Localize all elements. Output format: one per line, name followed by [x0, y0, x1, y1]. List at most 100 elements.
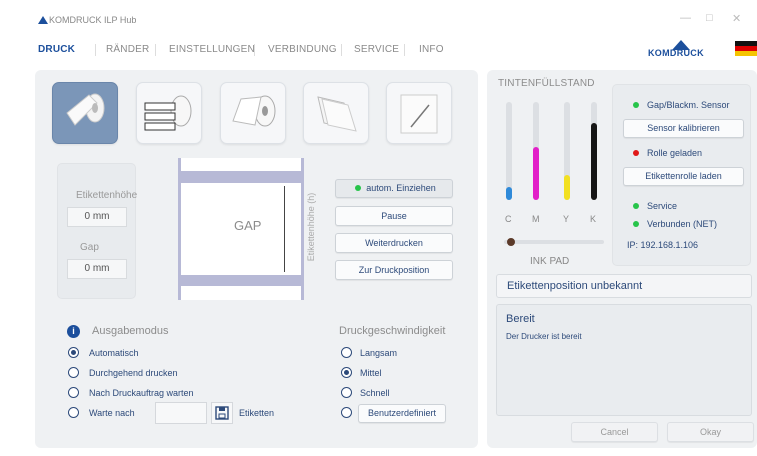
tab-service[interactable]: SERVICE: [354, 44, 399, 55]
label-height-field[interactable]: 0 mm: [67, 207, 127, 227]
output-mode-wait-job-radio[interactable]: [68, 387, 79, 398]
brand-logo: KOMDRUCK: [648, 40, 716, 60]
height-arrow: [284, 186, 285, 272]
printer-state-message: Der Drucker ist bereit: [506, 332, 582, 341]
speed-medium-radio[interactable]: [341, 367, 352, 378]
status-panel: TINTENFÜLLSTAND C M Y K INK PAD Gap/Blac…: [487, 70, 757, 448]
close-button[interactable]: ✕: [732, 12, 741, 25]
auto-feed-label: autom. Einziehen: [366, 183, 436, 193]
preview-label-bottom: [181, 286, 301, 300]
ip-address: IP: 192.168.1.106: [627, 240, 699, 250]
label-type-sheets-button[interactable]: [303, 82, 369, 144]
label-position-text: Etikettenposition unbekannt: [507, 280, 643, 292]
fanfold-label-icon: [144, 95, 192, 131]
gap-sensor-status-dot: [633, 102, 639, 108]
ink-fill-yellow: [564, 175, 570, 200]
auto-feed-toggle[interactable]: autom. Einziehen: [335, 179, 453, 198]
tab-divider: [254, 44, 255, 56]
roll-loaded-status-dot: [633, 150, 639, 156]
okay-button[interactable]: Okay: [667, 422, 754, 442]
tab-divider: [404, 44, 405, 56]
ink-bar-yellow: [564, 102, 570, 200]
output-mode-continuous-radio[interactable]: [68, 367, 79, 378]
output-mode-automatic-radio[interactable]: [68, 347, 79, 358]
label-preview: GAP: [178, 158, 304, 300]
tab-info[interactable]: INFO: [419, 44, 444, 55]
roll-label-icon: [66, 93, 105, 126]
save-icon[interactable]: [211, 402, 233, 424]
minimize-button[interactable]: —: [680, 12, 691, 24]
load-label-roll-button[interactable]: Etikettenrolle laden: [623, 167, 744, 186]
ink-label-magenta: M: [532, 214, 540, 224]
wait-after-suffix: Etiketten: [239, 408, 275, 418]
tab-divider: [341, 44, 342, 56]
speed-slow-radio[interactable]: [341, 347, 352, 358]
tab-einstellungen[interactable]: EINSTELLUNGEN: [169, 44, 255, 55]
label-height-label: Etikettenhöhe: [76, 190, 138, 201]
continuous-roll-icon: [232, 95, 276, 127]
label-type-fanfold-button[interactable]: [136, 82, 202, 144]
tab-divider: [95, 44, 96, 56]
printer-state-box: Bereit Der Drucker ist bereit: [496, 304, 752, 416]
output-mode-wait-job-label[interactable]: Nach Druckauftrag warten: [89, 388, 194, 398]
output-mode-wait-after-label[interactable]: Warte nach: [89, 408, 135, 418]
german-flag-icon[interactable]: [735, 41, 757, 56]
connection-label: Verbunden (NET): [647, 219, 718, 229]
output-mode-continuous-label[interactable]: Durchgehend drucken: [89, 368, 178, 378]
resume-printing-button[interactable]: Weiterdrucken: [335, 233, 453, 253]
ink-pad-bar: [504, 238, 604, 246]
connection-status-dot: [633, 221, 639, 227]
output-mode-wait-after-radio[interactable]: [68, 407, 79, 418]
wait-after-count-input[interactable]: [155, 402, 207, 424]
maximize-button[interactable]: □: [706, 12, 713, 24]
speed-fast-radio[interactable]: [341, 387, 352, 398]
to-print-position-button[interactable]: Zur Druckposition: [335, 260, 453, 280]
ink-bar-magenta: [533, 102, 539, 200]
print-speed-title: Druckgeschwindigkeit: [339, 325, 446, 337]
ink-bar-cyan: [506, 102, 512, 200]
label-height-axis-text: Etikettenhöhe (h): [306, 192, 316, 262]
info-icon[interactable]: i: [67, 325, 80, 338]
gap-sensor-label: Gap/Blackm. Sensor: [647, 100, 730, 110]
speed-medium-label[interactable]: Mittel: [360, 368, 382, 378]
label-position-box: Etikettenposition unbekannt: [496, 274, 752, 298]
tab-raender[interactable]: RÄNDER: [106, 44, 149, 55]
gap-label: Gap: [80, 242, 99, 253]
sheet-stack-icon: [317, 96, 357, 132]
service-label: Service: [647, 201, 678, 211]
ink-fill-cyan: [506, 187, 512, 200]
output-mode-title: Ausgabemodus: [92, 325, 169, 337]
speed-slow-label[interactable]: Langsam: [360, 348, 397, 358]
ink-level-title: TINTENFÜLLSTAND: [498, 78, 595, 89]
tab-druck[interactable]: DRUCK: [38, 44, 75, 55]
speed-fast-label[interactable]: Schnell: [360, 388, 390, 398]
floppy-disk-glyph: [215, 406, 229, 420]
gap-text: GAP: [234, 218, 262, 233]
calibrate-sensor-button[interactable]: Sensor kalibrieren: [623, 119, 744, 138]
output-mode-automatic-label[interactable]: Automatisch: [89, 348, 139, 358]
brand-name: KOMDRUCK: [648, 48, 704, 58]
service-status-dot: [633, 203, 639, 209]
ink-fill-magenta: [533, 147, 539, 200]
ink-bar-black: [591, 102, 597, 200]
speed-custom-radio[interactable]: [341, 407, 352, 418]
ink-fill-black: [591, 123, 597, 200]
ink-pad-label: INK PAD: [530, 256, 570, 267]
label-type-continuous-button[interactable]: [220, 82, 286, 144]
app-logo-icon: [38, 16, 48, 24]
pause-button[interactable]: Pause: [335, 206, 453, 226]
auto-feed-indicator: [355, 185, 361, 191]
ink-label-yellow: Y: [563, 214, 570, 224]
single-sheet-icon: [400, 94, 438, 134]
tab-divider: [155, 44, 156, 56]
tab-verbindung[interactable]: VERBINDUNG: [268, 44, 337, 55]
label-type-sheet-button[interactable]: [386, 82, 452, 144]
label-height-axis: Etikettenhöhe (h): [301, 178, 321, 288]
label-dimensions-card: Etikettenhöhe 0 mm Gap 0 mm: [57, 163, 138, 299]
cancel-button[interactable]: Cancel: [571, 422, 658, 442]
ink-pad-indicator: [507, 238, 515, 246]
speed-custom-button[interactable]: Benutzerdefiniert: [358, 404, 446, 423]
printer-status-card: Gap/Blackm. Sensor Sensor kalibrieren Ro…: [612, 84, 751, 266]
gap-field[interactable]: 0 mm: [67, 259, 127, 279]
label-type-roll-button[interactable]: [52, 82, 118, 144]
